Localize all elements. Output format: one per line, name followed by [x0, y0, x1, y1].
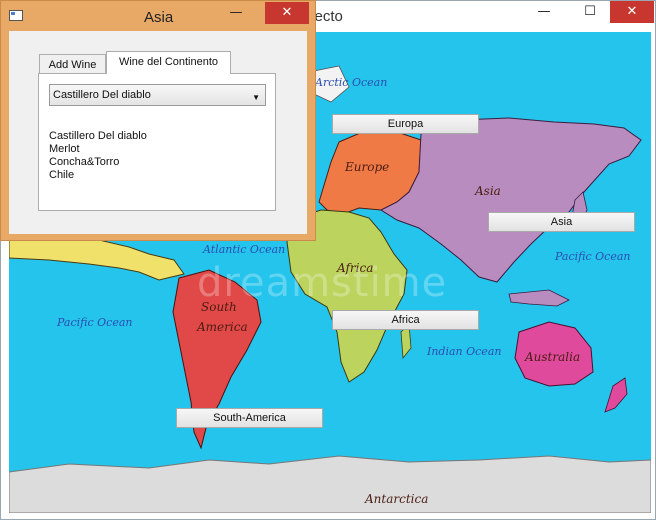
indonesia-shape [508, 289, 570, 307]
south-america-label-line2: America [197, 320, 248, 334]
minimize-button[interactable]: — [522, 1, 566, 23]
close-button[interactable]: ✕ [610, 1, 654, 23]
dialog-minimize-button[interactable]: — [214, 2, 258, 24]
dialog-client-area: Add Wine Wine del Continento Castillero … [9, 31, 307, 234]
pacific-ocean-left-label: Pacific Ocean [57, 316, 133, 329]
europe-label: Europe [345, 160, 390, 174]
wine-country-text: Chile [49, 169, 75, 181]
app-window-icon [9, 10, 23, 21]
wine-select-value: Castillero Del diablo [53, 89, 151, 101]
antarctica-label: Antarctica [365, 492, 429, 506]
asia-dialog-title: Asia [144, 9, 174, 26]
watermark-text: dreamstime [197, 260, 448, 306]
maximize-button[interactable]: ☐ [568, 1, 612, 23]
australia-label: Australia [525, 350, 581, 364]
dialog-close-button[interactable]: ✕ [265, 2, 309, 24]
asia-dialog: Asia — ☐ ✕ Add Wine Wine del Continento … [0, 0, 316, 241]
antarctica-shape [9, 455, 651, 513]
tab-wine-del-continento[interactable]: Wine del Continento [106, 51, 231, 74]
asia-button[interactable]: Asia [488, 212, 635, 232]
europa-button[interactable]: Europa [332, 114, 479, 134]
tab-add-wine[interactable]: Add Wine [39, 54, 106, 74]
arctic-ocean-label: Arctic Ocean [315, 76, 388, 89]
dropdown-arrow-icon[interactable]: ▼ [252, 88, 260, 108]
wine-type-text: Merlot [49, 143, 80, 155]
tab-panel-wine-del-continento: Castillero Del diablo ▼ Castillero Del d… [38, 73, 276, 211]
wine-name-text: Castillero Del diablo [49, 130, 147, 142]
wine-select-combo[interactable]: Castillero Del diablo ▼ [49, 84, 266, 106]
wine-producer-text: Concha&Torro [49, 156, 120, 168]
new-zealand-shape [604, 377, 628, 413]
atlantic-ocean-label: Atlantic Ocean [203, 243, 286, 256]
south-america-button[interactable]: South-America [176, 408, 323, 428]
asia-dialog-titlebar[interactable]: Asia — ☐ ✕ [1, 1, 315, 31]
africa-button[interactable]: Africa [332, 310, 479, 330]
asia-label: Asia [475, 184, 501, 198]
indian-ocean-label: Indian Ocean [427, 345, 502, 358]
pacific-ocean-right-label: Pacific Ocean [555, 250, 631, 263]
